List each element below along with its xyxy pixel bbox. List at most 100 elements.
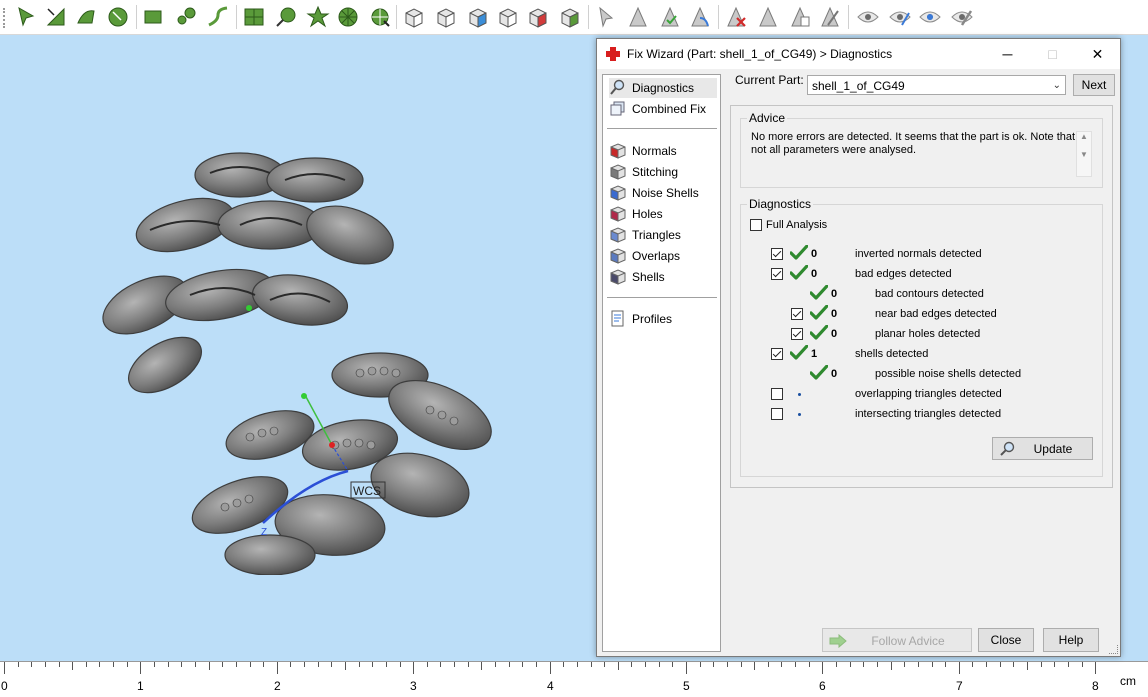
brush-select-icon[interactable] — [274, 5, 298, 29]
close-button[interactable]: Close — [978, 628, 1034, 652]
circle-select-icon[interactable] — [336, 5, 360, 29]
nav-item-combined-fix[interactable]: Combined Fix — [609, 99, 717, 119]
ruler-tick — [795, 662, 796, 667]
combined-fix-icon — [610, 101, 625, 116]
diagnostic-checkbox[interactable] — [791, 308, 803, 320]
delete-triangle-icon[interactable] — [724, 5, 748, 29]
triangle-grey-icon[interactable] — [626, 5, 650, 29]
not-analysed-dot-icon — [798, 413, 801, 416]
view-cube-green-icon[interactable] — [558, 5, 582, 29]
diagnostic-checkbox[interactable] — [771, 248, 783, 260]
advice-title: Advice — [747, 111, 788, 125]
nav-item-holes[interactable]: Holes — [609, 204, 717, 224]
ruler-tick — [331, 662, 332, 667]
view-cube-red-icon[interactable] — [526, 5, 550, 29]
nav-item-shells[interactable]: Shells — [609, 267, 717, 287]
grid-select-icon[interactable] — [242, 5, 266, 29]
eye-pen-icon[interactable] — [888, 5, 912, 29]
dialog-titlebar[interactable]: Fix Wizard (Part: shell_1_of_CG49) > Dia… — [597, 39, 1120, 69]
triangle-copy-icon[interactable] — [788, 5, 812, 29]
diagnostic-checkbox[interactable] — [771, 348, 783, 360]
triangle-green-icon[interactable] — [688, 5, 712, 29]
ruler-tick — [209, 662, 210, 670]
ruler-tick — [18, 662, 19, 667]
ruler-tick — [591, 662, 592, 667]
eye-icon[interactable] — [856, 5, 880, 29]
nav-item-overlaps[interactable]: Overlaps — [609, 246, 717, 266]
select-surface-icon[interactable] — [74, 5, 98, 29]
follow-advice-button[interactable]: Follow Advice — [822, 628, 972, 652]
triangle-check-icon[interactable] — [658, 5, 682, 29]
nav-item-noise-shells[interactable]: Noise Shells — [609, 183, 717, 203]
ruler-tick — [563, 662, 564, 667]
diagnostic-label: intersecting triangles detected — [855, 408, 1002, 420]
next-button[interactable]: Next — [1073, 74, 1115, 96]
nav-item-profiles[interactable]: Profiles — [609, 309, 717, 329]
nav-item-triangles[interactable]: Triangles — [609, 225, 717, 245]
not-analysed-dot-icon — [798, 393, 801, 396]
update-label: Update — [1033, 442, 1073, 456]
toolbar-grip[interactable] — [3, 8, 8, 28]
ruler-tick — [454, 662, 455, 667]
eye-blue-icon[interactable] — [918, 5, 942, 29]
wheel-select-icon[interactable] — [368, 5, 392, 29]
resize-grip[interactable] — [1109, 645, 1118, 654]
ruler-label: 1 — [137, 679, 144, 693]
arrow-cursor-icon[interactable] — [594, 5, 618, 29]
toolbar-separator — [718, 5, 719, 29]
ruler-tick — [468, 662, 469, 667]
flower-select-icon[interactable] — [306, 5, 330, 29]
update-button[interactable]: Update — [992, 437, 1093, 460]
full-analysis-checkbox[interactable] — [750, 219, 762, 231]
nav-item-stitching[interactable]: Stitching — [609, 162, 717, 182]
close-window-button[interactable]: ✕ — [1075, 39, 1120, 69]
diagnostic-count: 1 — [811, 348, 818, 360]
diagnostic-checkbox[interactable] — [771, 408, 783, 420]
select-shell-icon[interactable] — [106, 5, 130, 29]
triangle-grey-2-icon[interactable] — [756, 5, 780, 29]
diagnostic-label: near bad edges detected — [875, 308, 997, 320]
minimize-button[interactable]: ─ — [985, 39, 1030, 69]
select-triangle-icon[interactable] — [44, 5, 68, 29]
green-check-icon — [789, 264, 809, 281]
nav-item-label: Profiles — [632, 312, 673, 326]
nav-item-diagnostics[interactable]: Diagnostics — [609, 78, 717, 98]
toolbar — [0, 0, 1148, 35]
triangle-eraser-icon[interactable] — [818, 5, 842, 29]
ruler-tick — [932, 662, 933, 667]
ruler-label: 2 — [274, 679, 281, 693]
view-cube-top-icon[interactable] — [434, 5, 458, 29]
ruler-tick — [1068, 662, 1069, 667]
triangles-cube-icon — [610, 227, 626, 243]
ruler-label: 5 — [683, 679, 690, 693]
ruler-tick — [918, 662, 919, 667]
diagnostic-count: 0 — [831, 308, 838, 320]
maximize-button[interactable]: □ — [1030, 39, 1075, 69]
ruler-tick — [359, 662, 360, 667]
nav-item-normals[interactable]: Normals — [609, 141, 717, 161]
diagnostic-label: bad edges detected — [855, 268, 952, 280]
diagnostic-checkbox[interactable] — [771, 268, 783, 280]
stitching-cube-icon — [610, 164, 626, 180]
eye-pencil-icon[interactable] — [950, 5, 974, 29]
ruler-tick — [522, 662, 523, 667]
diagnostic-checkbox[interactable] — [791, 328, 803, 340]
rectangle-select-icon[interactable] — [142, 5, 166, 29]
ruler-tick — [631, 662, 632, 667]
ruler-tick — [99, 662, 100, 667]
view-cube-front-icon[interactable] — [402, 5, 426, 29]
lasso-select-icon[interactable] — [174, 5, 198, 29]
help-button[interactable]: Help — [1043, 628, 1099, 652]
current-part-select[interactable]: shell_1_of_CG49 ⌄ — [807, 75, 1066, 95]
ruler-tick — [741, 662, 742, 667]
view-cube-side-icon[interactable] — [466, 5, 490, 29]
curve-select-icon[interactable] — [206, 5, 230, 29]
ruler-tick — [727, 662, 728, 667]
ring-model[interactable]: WCS Z — [90, 145, 510, 575]
ruler-tick — [195, 662, 196, 667]
diagnostic-checkbox[interactable] — [771, 388, 783, 400]
select-arrow-icon[interactable] — [14, 5, 38, 29]
view-cube-iso-icon[interactable] — [496, 5, 520, 29]
advice-scrollbar[interactable]: ▲ ▼ — [1076, 131, 1092, 177]
ruler-label: 4 — [547, 679, 554, 693]
